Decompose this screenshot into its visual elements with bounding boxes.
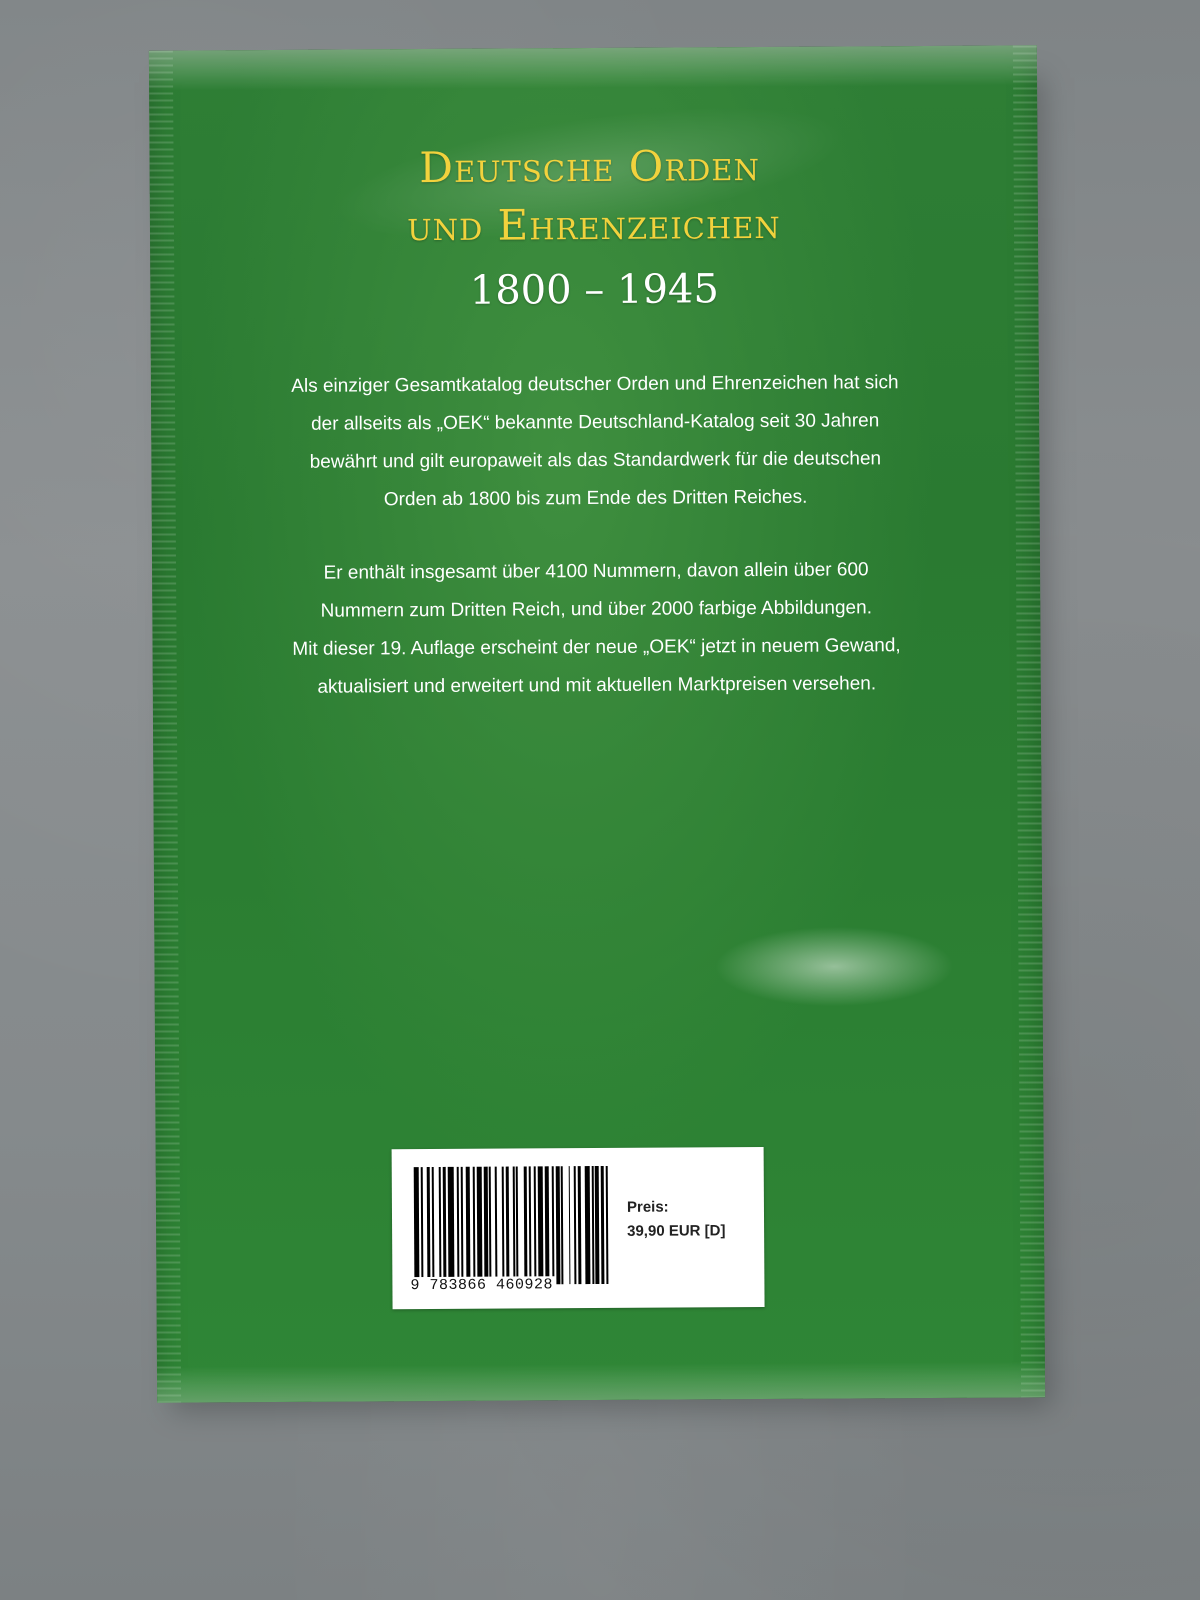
- title-block: Deutsche Orden und Ehrenzeichen 1800 – 1…: [149, 135, 1038, 322]
- blurb-line: Orden ab 1800 bis zum Ende des Dritten R…: [383, 486, 808, 511]
- title-line-1: Deutsche Orden: [419, 140, 761, 193]
- blurb-line: Mit dieser 19. Auflage erscheint der neu…: [292, 635, 901, 660]
- book-back-cover: Deutsche Orden und Ehrenzeichen 1800 – 1…: [148, 45, 1046, 1403]
- blurb-paragraph-2: Er enthält insgesamt über 4100 Nummern, …: [212, 551, 981, 708]
- blurb-line: Nummern zum Dritten Reich, und über 2000…: [320, 597, 873, 622]
- blurb-line: Als einziger Gesamtkatalog deutscher Ord…: [291, 372, 899, 397]
- blurb-line: Er enthält insgesamt über 4100 Nummern, …: [323, 559, 869, 584]
- light-reflection-lower: [714, 925, 955, 1008]
- barcode-space: [608, 1166, 614, 1284]
- title-years: 1800 – 1945: [469, 266, 720, 314]
- blurb-line: aktualisiert und erweitert und mit aktue…: [317, 673, 877, 698]
- price-sticker: 9 783866 460928 Preis: 39,90 EUR [D]: [391, 1146, 765, 1310]
- blurb-line: bewährt und gilt europaweit als das Stan…: [309, 448, 882, 473]
- barcode-image: [413, 1165, 615, 1286]
- price-label: Preis:: [626, 1198, 669, 1216]
- blurb-line: der allseits als „OEK“ bekannte Deutschl…: [310, 410, 880, 435]
- shrink-wrap-bottom: [156, 1361, 1046, 1403]
- shrink-wrap-top: [148, 45, 1038, 91]
- title-line-2: und Ehrenzeichen: [407, 198, 781, 251]
- price-text: Preis: 39,90 EUR [D]: [627, 1195, 726, 1244]
- blurb-paragraph-1: Als einziger Gesamtkatalog deutscher Ord…: [211, 364, 980, 521]
- barcode-digits: 9 783866 460928: [408, 1276, 556, 1295]
- price-value: 39,90 EUR [D]: [627, 1222, 726, 1240]
